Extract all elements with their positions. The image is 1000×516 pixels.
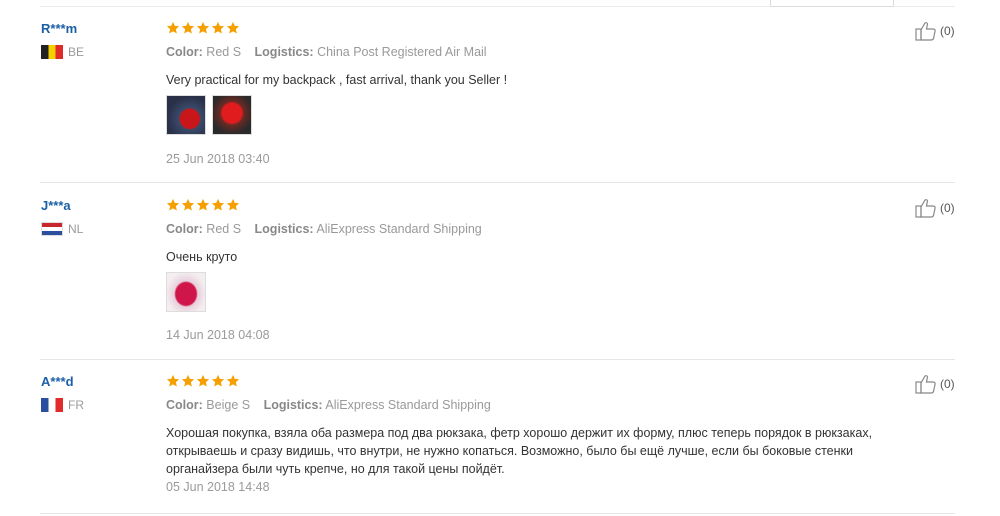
review-divider (40, 513, 955, 514)
review-item: J***a NL Color: Red S Logistics: AliExpr… (40, 198, 955, 360)
star-icon (181, 198, 195, 212)
country-code: BE (68, 45, 85, 59)
review-photos (166, 95, 258, 135)
star-icon (211, 21, 225, 35)
star-icon (226, 21, 240, 35)
color-label: Color: (166, 398, 203, 412)
reviewer-name: A***d (41, 374, 74, 389)
logistics-label: Logistics: (263, 398, 323, 412)
order-info: Color: Red S Logistics: AliExpress Stand… (166, 222, 482, 236)
star-rating (166, 374, 241, 388)
star-rating (166, 21, 241, 35)
logistics-value: AliExpress Standard Shipping (316, 222, 482, 236)
logistics-label: Logistics: (254, 222, 314, 236)
country-code: FR (68, 398, 84, 412)
review-photo[interactable] (166, 95, 206, 135)
reviewer-name: J***a (41, 198, 71, 213)
star-rating (166, 198, 241, 212)
star-icon (181, 374, 195, 388)
like-count: (0) (940, 201, 955, 215)
star-icon (226, 374, 240, 388)
review-divider (40, 182, 955, 183)
review-item: R***m BE Color: Red S Logistics: China P… (40, 21, 955, 183)
review-item: A***d FR Color: Beige S Logistics: AliEx… (40, 374, 955, 514)
order-info: Color: Red S Logistics: China Post Regis… (166, 45, 487, 59)
star-icon (211, 198, 225, 212)
star-icon (196, 21, 210, 35)
color-value: Red S (206, 222, 242, 236)
logistics-value: AliExpress Standard Shipping (325, 398, 491, 412)
logistics-value: China Post Registered Air Mail (317, 45, 487, 59)
like-button[interactable]: (0) (915, 374, 955, 394)
review-text-line: открываешь и сразу видишь, что внутри, н… (166, 444, 853, 458)
like-count: (0) (940, 24, 955, 38)
review-text-line: Хорошая покупка, взяла оба размера под д… (166, 426, 873, 440)
star-icon (226, 198, 240, 212)
thumbs-up-icon (915, 199, 936, 218)
star-icon (166, 374, 180, 388)
color-label: Color: (166, 45, 203, 59)
top-box (770, 0, 894, 7)
review-date: 25 Jun 2018 03:40 (166, 152, 270, 166)
star-icon (196, 198, 210, 212)
star-icon (166, 21, 180, 35)
color-value: Red S (206, 45, 242, 59)
thumbs-up-icon (915, 375, 936, 394)
color-value: Beige S (206, 398, 251, 412)
flag-be-icon (41, 45, 63, 59)
review-text-line: органайзера были чуть крепче, но для так… (166, 462, 505, 476)
review-date: 05 Jun 2018 14:48 (166, 480, 270, 494)
review-divider (40, 359, 955, 360)
review-text: Хорошая покупка, взяла оба размера под д… (166, 424, 946, 478)
review-photo[interactable] (212, 95, 252, 135)
star-icon (211, 374, 225, 388)
like-button[interactable]: (0) (915, 21, 955, 41)
country-code: NL (68, 222, 84, 236)
star-icon (166, 198, 180, 212)
reviewer-country: BE (41, 45, 84, 59)
reviewer-country: FR (41, 398, 84, 412)
flag-nl-icon (41, 222, 63, 236)
review-text: Very practical for my backpack , fast ar… (166, 73, 508, 87)
reviewer-country: NL (41, 222, 83, 236)
thumbs-up-icon (915, 22, 936, 41)
like-button[interactable]: (0) (915, 198, 955, 218)
review-photos (166, 272, 212, 312)
review-text: Очень круто (166, 250, 238, 264)
review-photo[interactable] (166, 272, 206, 312)
color-label: Color: (166, 222, 203, 236)
review-date: 14 Jun 2018 04:08 (166, 328, 270, 342)
star-icon (181, 21, 195, 35)
flag-fr-icon (41, 398, 63, 412)
star-icon (196, 374, 210, 388)
logistics-label: Logistics: (254, 45, 314, 59)
reviewer-name: R***m (41, 21, 78, 36)
order-info: Color: Beige S Logistics: AliExpress Sta… (166, 398, 491, 412)
like-count: (0) (940, 377, 955, 391)
